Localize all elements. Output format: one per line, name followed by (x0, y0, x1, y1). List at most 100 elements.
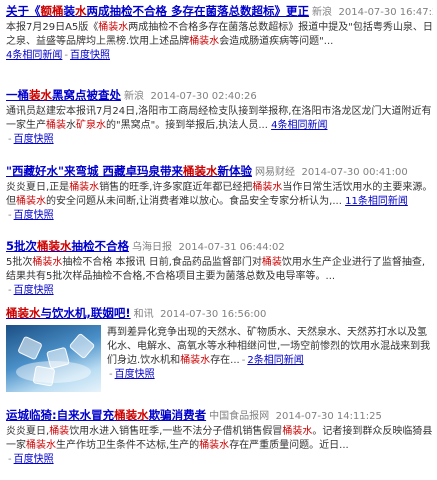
result-time: 2014-07-30 14:11:25 (275, 411, 382, 422)
text-segment: 黑窝点被查处 (52, 88, 121, 102)
text-segment: 关于《 (6, 4, 41, 18)
result-snippet-tail: 4条相同新闻 - 百度快照 (6, 49, 433, 63)
result-links: - 百度快照 (6, 209, 433, 223)
highlighted-keyword: 额桶 (40, 4, 64, 18)
highlighted-keyword: 桶装水 (252, 182, 283, 193)
text-segment: "西藏好水"来弯城 西藏卓玛泉带来 (6, 164, 183, 178)
text-segment: 生产作坊卫生条件不达标,生产的 (56, 440, 200, 451)
result-time: 2014-07-30 02:40:26 (150, 91, 257, 102)
highlighted-keyword: 桶装水 (189, 36, 220, 47)
result-title-line: 关于《额桶装水两成抽检不合格 多存在菌落总数超标》更正 新浪 2014-07-30… (6, 4, 433, 20)
related-news-link[interactable]: 4条相同新闻 (6, 50, 62, 61)
search-result: 关于《额桶装水两成抽检不合格 多存在菌落总数超标》更正 新浪 2014-07-30… (6, 4, 433, 63)
search-result: "西藏好水"来弯城 西藏卓玛泉带来桶装水新体验 网易财经 2014-07-30 0… (6, 164, 433, 223)
highlighted-keyword: 装水 (29, 88, 52, 102)
highlighted-keyword: 桶装水 (98, 22, 129, 33)
result-title-line: "西藏好水"来弯城 西藏卓玛泉带来桶装水新体验 网易财经 2014-07-30 0… (6, 164, 433, 180)
result-links: - 百度快照 (107, 368, 433, 382)
result-title-link[interactable]: "西藏好水"来弯城 西藏卓玛泉带来桶装水新体验 (6, 164, 252, 178)
text-segment: 水 (66, 120, 76, 131)
highlighted-keyword: 桶装水 (26, 440, 56, 451)
result-source: 新浪 (124, 91, 144, 102)
highlighted-keyword: 桶装水 (69, 182, 100, 193)
result-source: 乌海日报 (132, 242, 173, 253)
text-segment: 的安全问题从未间断,让消费者难以放心。食品安全专家分析认为,... (46, 196, 342, 207)
text-segment: 运城临猗:自来水冒充 (6, 408, 115, 422)
highlighted-keyword: 桶装水 (32, 257, 63, 268)
text-segment: 炎炎夏日, (6, 426, 50, 437)
text-segment: 5批次 (6, 257, 33, 268)
link-separator: - (8, 210, 12, 221)
search-result: 一桶装水黑窝点被查处 新浪 2014-07-30 02:40:26 通讯员赵建宏本… (6, 88, 433, 147)
text-segment: 5批次 (6, 239, 38, 253)
result-title-line: 桶装水与饮水机,联姻吧! 和讯 2014-07-30 16:56:00 (6, 306, 433, 322)
related-news-link[interactable]: 4条相同新闻 (271, 120, 327, 131)
result-title-line: 5批次桶装水抽检不合格 乌海日报 2014-07-31 06:44:02 (6, 239, 433, 255)
result-source: 网易财经 (255, 167, 295, 178)
text-segment: 存在严重质量问题。近日... (229, 440, 349, 451)
highlighted-keyword: 桶装水 (183, 164, 218, 178)
highlighted-keyword: 桶装水 (199, 440, 230, 451)
snapshot-link[interactable]: 百度快照 (70, 50, 110, 61)
result-title-link[interactable]: 关于《额桶装水两成抽检不合格 多存在菌落总数超标》更正 (6, 4, 309, 18)
result-time: 2014-07-30 00:41:00 (301, 167, 408, 178)
result-title-link[interactable]: 一桶装水黑窝点被查处 (6, 88, 121, 102)
snapshot-link[interactable]: 百度快照 (14, 454, 54, 465)
highlighted-keyword: 桶装水 (16, 196, 46, 207)
result-snippet: 5批次桶装水抽检不合格 本报讯 日前,食品药品监督部门对桶装饮用水生产企业进行了… (6, 256, 433, 284)
ice-cube-shape (68, 332, 96, 360)
text-segment: 抽检不合格 本报讯 日前,食品药品监督部门对 (62, 257, 262, 268)
link-separator: - (109, 369, 113, 380)
highlighted-keyword: 水 (75, 4, 87, 18)
text-segment: 装 (63, 4, 76, 18)
result-links: - 百度快照 (6, 133, 433, 147)
search-result: 运城临猗:自来水冒充桶装水欺骗消费者 中国食品报网 2014-07-30 14:1… (6, 408, 433, 467)
highlighted-keyword: 桶装水 (114, 408, 149, 422)
result-title-line: 一桶装水黑窝点被查处 新浪 2014-07-30 02:40:26 (6, 88, 433, 104)
result-time: 2014-07-30 16:47:29 (338, 7, 433, 18)
text-segment: 两成抽检不合格 多存在菌落总数超标》更正 (86, 4, 310, 18)
ice-cube-shape (17, 335, 43, 361)
result-source: 新浪 (312, 7, 333, 18)
result-snippet: 再到差异化竞争出现的天然水、矿物质水、天然泉水、天然苏打水以及氢化水、电解水、高… (107, 326, 433, 368)
text-segment: 存在... (210, 355, 240, 366)
text-segment: 抽检不合格 (71, 239, 130, 253)
text-segment: 会造成肠道疾病等问题"... (219, 36, 334, 47)
result-source: 中国食品报网 (209, 411, 270, 422)
result-links: - 百度快照 (6, 284, 433, 298)
text-segment: 炎炎夏日,正是 (6, 182, 70, 193)
related-news-link[interactable]: 11条相同新闻 (345, 196, 408, 207)
result-time: 2014-07-30 16:56:00 (160, 309, 267, 320)
text-segment: 饮用水进入销售旺季,一些不法分子借机销售假冒 (69, 426, 283, 437)
text-segment: 销售的旺季,许多家庭近年都已经把 (99, 182, 253, 193)
link-separator: - (241, 355, 246, 366)
water-ice-image[interactable] (6, 325, 101, 392)
result-title-link[interactable]: 桶装水与饮水机,联姻吧! (6, 306, 131, 320)
result-title-link[interactable]: 运城临猗:自来水冒充桶装水欺骗消费者 (6, 408, 206, 422)
search-result: 桶装水与饮水机,联姻吧! 和讯 2014-07-30 16:56:00 再到差异化… (6, 306, 433, 392)
text-segment: 本报7月29日A5版《 (6, 22, 99, 33)
link-separator: - (8, 285, 12, 296)
result-title-link[interactable]: 5批次桶装水抽检不合格 (6, 239, 129, 253)
snapshot-link[interactable]: 百度快照 (14, 210, 54, 221)
result-snippet: 本报7月29日A5版《桶装水两成抽检不合格多存在菌落总数超标》报道中提及"包括粤… (6, 21, 433, 49)
snapshot-link[interactable]: 百度快照 (115, 369, 155, 380)
result-time: 2014-07-31 06:44:02 (178, 242, 285, 253)
result-snippet: 炎炎夏日,正是桶装水销售的旺季,许多家庭近年都已经把桶装水当作日常生活饮用水的主… (6, 181, 433, 209)
search-result: 5批次桶装水抽检不合格 乌海日报 2014-07-31 06:44:02 5批次桶… (6, 239, 433, 298)
text-segment: 的"黑窝点"。接到举报后,执法人员... (106, 120, 268, 131)
snapshot-link[interactable]: 百度快照 (14, 134, 54, 145)
snapshot-link[interactable]: 百度快照 (14, 285, 54, 296)
text-segment: 一桶 (6, 88, 29, 102)
highlighted-keyword: 桶装水 (282, 426, 313, 437)
highlighted-keyword: 桶装 (261, 257, 282, 268)
text-segment: 与饮水机,联姻吧! (40, 306, 131, 320)
highlighted-keyword: 桶装水 (37, 239, 72, 253)
highlighted-keyword: 桶装水 (6, 306, 41, 320)
related-news-link[interactable]: 2条相同新闻 (247, 355, 303, 366)
highlighted-keyword: 矿泉水 (76, 120, 106, 131)
result-snippet: 通讯员赵建宏本报讯7月24日,洛阳市工商局经检支队接到举报称,在洛阳市洛龙区龙门… (6, 105, 433, 133)
result-title-line: 运城临猗:自来水冒充桶装水欺骗消费者 中国食品报网 2014-07-30 14:1… (6, 408, 433, 424)
highlighted-keyword: 桶装 (49, 426, 70, 437)
link-separator: - (8, 454, 12, 465)
